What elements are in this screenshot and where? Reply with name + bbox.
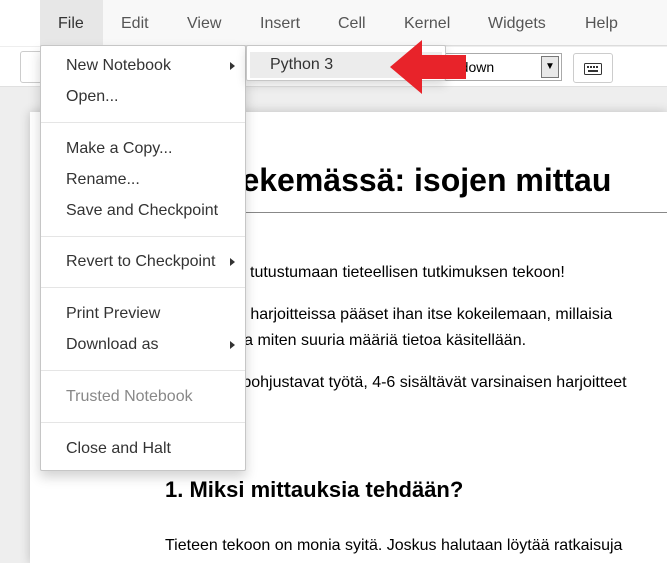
section-heading: 1. Miksi mittauksia tehdään? xyxy=(165,477,464,502)
menu-item-label: New Notebook xyxy=(66,57,171,74)
arrow-shape xyxy=(390,40,466,94)
menu-item-revert-checkpoint[interactable]: Revert to Checkpoint xyxy=(41,249,245,275)
menu-divider xyxy=(41,122,245,123)
paragraph-body-line1: sa harjoitteissa pääset ihan itse kokeil… xyxy=(229,306,613,323)
menu-item-print-preview[interactable]: Print Preview xyxy=(41,301,245,327)
menu-insert[interactable]: Insert xyxy=(260,0,300,46)
red-arrow-annotation xyxy=(390,40,466,94)
menu-item-open[interactable]: Open... xyxy=(41,84,245,110)
menu-widgets[interactable]: Widgets xyxy=(488,0,546,46)
chevron-down-icon[interactable]: ▼ xyxy=(541,56,559,78)
keyboard-icon xyxy=(584,63,602,76)
menu-cell[interactable]: Cell xyxy=(338,0,366,46)
caret-right-icon xyxy=(230,62,235,70)
menu-help[interactable]: Help xyxy=(585,0,618,46)
menu-item-trusted-notebook: Trusted Notebook xyxy=(66,388,193,405)
paragraph-body-line2: ii ja miten suuria määriä tietoa käsitel… xyxy=(229,332,527,349)
caret-right-icon xyxy=(230,341,235,349)
menu-edit[interactable]: Edit xyxy=(121,0,149,46)
menu-item-make-copy[interactable]: Make a Copy... xyxy=(41,136,245,162)
menu-item-label: Revert to Checkpoint xyxy=(66,253,216,270)
menu-divider xyxy=(41,370,245,371)
menu-item-label: Download as xyxy=(66,336,159,353)
paragraph-section: Tieteen tekoon on monia syitä. Joskus ha… xyxy=(165,537,623,554)
keyboard-shortcuts-button[interactable] xyxy=(573,53,613,83)
caret-right-icon xyxy=(230,258,235,266)
paragraph-intro: tutustumaan tieteellisen tutkimuksen tek… xyxy=(250,264,565,281)
paragraph-exercises: 3 pohjustavat työtä, 4-6 sisältävät vars… xyxy=(229,374,627,391)
menu-divider xyxy=(41,287,245,288)
menu-item-close-halt[interactable]: Close and Halt xyxy=(41,436,245,462)
menu-item-download-as[interactable]: Download as xyxy=(41,332,245,358)
menu-item-save-checkpoint[interactable]: Save and Checkpoint xyxy=(41,198,245,224)
menu-view[interactable]: View xyxy=(187,0,221,46)
menu-divider xyxy=(41,236,245,237)
menu-item-rename[interactable]: Rename... xyxy=(41,167,245,193)
menu-file[interactable]: File xyxy=(40,0,103,46)
menu-divider xyxy=(41,422,245,423)
menubar: File Edit View Insert Cell Kernel Widget… xyxy=(40,0,667,46)
file-menu-dropdown: New Notebook Open... Make a Copy... Rena… xyxy=(40,45,246,471)
menu-item-new-notebook[interactable]: New Notebook xyxy=(41,53,245,79)
left-margin xyxy=(0,0,40,46)
